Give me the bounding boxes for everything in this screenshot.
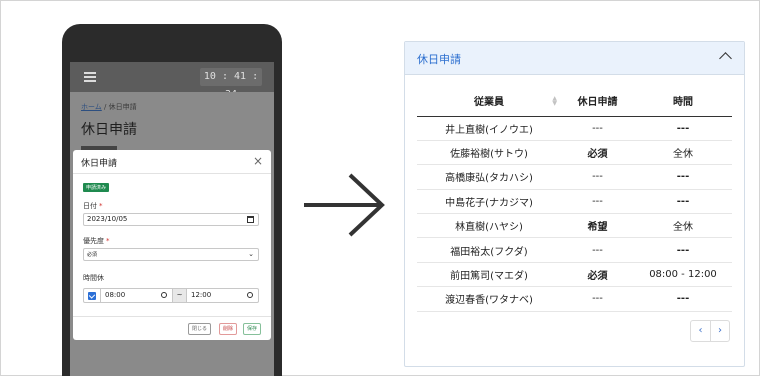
modal-header: 休日申請 × <box>73 150 271 174</box>
date-label-text: 日付 <box>83 202 97 210</box>
clock-icon <box>247 292 253 298</box>
holiday-request-modal: 休日申請 × 申請済み 日付 * 2023/10/05 優先度 * 必須 ⌄ 時間休 <box>73 150 271 340</box>
calendar-icon[interactable] <box>247 216 254 223</box>
breadcrumb-separator: / <box>104 103 107 111</box>
column-header-request: 休日申請 <box>561 86 634 117</box>
clock-icon <box>161 292 167 298</box>
table-body: 井上直樹(イノウエ) --- --- 佐藤裕樹(サトウ) 必須 全休 高橋康弘(タカハシ) -… <box>417 116 732 312</box>
priority-value: 必須 <box>87 252 98 258</box>
table-header-row: 従業員 ▲ ▼ 休日申請 時間 <box>417 86 732 117</box>
pagination: ‹ › <box>690 320 730 342</box>
sort-icon[interactable]: ▲ ▼ <box>552 96 557 107</box>
panel-title: 休日申請 <box>417 53 461 66</box>
status-badge: 申請済み <box>83 183 110 192</box>
delete-button[interactable]: 削除 <box>219 323 238 335</box>
panel-header[interactable]: 休日申請 <box>405 42 744 75</box>
required-mark: * <box>99 202 103 210</box>
table-row: 前田篤司(マエダ) 必須 08:00 - 12:00 <box>417 262 732 288</box>
app-bar: 10 : 41 : 34 <box>70 62 274 100</box>
breadcrumb-current: 休日申請 <box>108 103 137 111</box>
request-cell: 必須 <box>561 262 634 288</box>
breadcrumb-home-link[interactable]: ホーム <box>81 103 102 111</box>
clock-display: 10 : 41 : 34 <box>200 68 262 100</box>
menu-icon[interactable] <box>84 72 96 82</box>
time-off-checkbox[interactable] <box>88 292 96 300</box>
table-row: 佐藤裕樹(サトウ) 必須 全休 <box>417 140 732 166</box>
time-from-field[interactable]: 08:00 <box>100 289 172 302</box>
page-title: 休日申請 <box>81 122 137 138</box>
close-icon[interactable]: × <box>253 154 263 168</box>
chevron-down-icon: ⌄ <box>248 250 254 258</box>
priority-label: 優先度 * <box>83 236 110 246</box>
column-header-employee[interactable]: 従業員 ▲ ▼ <box>417 86 561 117</box>
table-row: 福田裕太(フクダ) --- --- <box>417 237 732 263</box>
time-cell: --- <box>634 189 732 215</box>
request-cell: --- <box>561 286 634 312</box>
time-to-field[interactable]: 12:00 <box>186 289 258 302</box>
table-row: 林直樹(ハヤシ) 希望 全休 <box>417 213 732 239</box>
save-button[interactable]: 保存 <box>243 323 262 335</box>
time-cell: --- <box>634 164 732 190</box>
time-range-separator: ~ <box>172 289 186 302</box>
time-to-value: 12:00 <box>191 291 212 299</box>
time-cell: --- <box>634 237 732 263</box>
request-cell: --- <box>561 116 634 141</box>
employee-cell: 林直樹(ハヤシ) <box>417 213 561 239</box>
date-field[interactable]: 2023/10/05 <box>83 213 259 226</box>
request-cell: --- <box>561 189 634 215</box>
time-cell: --- <box>634 116 732 141</box>
time-off-label: 時間休 <box>83 274 104 282</box>
employee-cell: 高橋康弘(タカハシ) <box>417 164 561 190</box>
time-cell: 全休 <box>634 140 732 166</box>
table-row: 井上直樹(イノウエ) --- --- <box>417 116 732 141</box>
time-from-value: 08:00 <box>105 291 126 299</box>
request-cell: 必須 <box>561 140 634 166</box>
employee-cell: 井上直樹(イノウエ) <box>417 116 561 141</box>
phone-mockup: 10 : 41 : 34 ホーム / 休日申請 休日申請 休日申請 × 申請済み… <box>62 24 282 376</box>
priority-select[interactable]: 必須 ⌄ <box>83 248 259 261</box>
employee-cell: 前田篤司(マエダ) <box>417 262 561 288</box>
table-row: 渡辺春香(ワタナベ) --- --- <box>417 286 732 312</box>
chevron-up-icon[interactable] <box>719 52 732 65</box>
holiday-request-panel: 休日申請 従業員 ▲ ▼ 休日申請 時間 井上直樹(イノウエ) --- --- 佐藤裕樹(… <box>404 41 745 367</box>
table-row: 中島花子(ナカジマ) --- --- <box>417 189 732 215</box>
date-label: 日付 * <box>83 201 103 211</box>
phone-screen: 10 : 41 : 34 ホーム / 休日申請 休日申請 休日申請 × 申請済み… <box>70 62 274 376</box>
employee-cell: 佐藤裕樹(サトウ) <box>417 140 561 166</box>
breadcrumb: ホーム / 休日申請 <box>81 102 137 112</box>
employee-cell: 渡辺春香(ワタナベ) <box>417 286 561 312</box>
employee-cell: 福田裕太(フクダ) <box>417 237 561 263</box>
modal-footer: 閉じる 削除 保存 <box>73 316 271 340</box>
employee-cell: 中島花子(ナカジマ) <box>417 189 561 215</box>
column-header-employee-label: 従業員 <box>474 97 504 109</box>
required-mark: * <box>106 237 110 245</box>
request-cell: --- <box>561 237 634 263</box>
time-cell: 全休 <box>634 213 732 239</box>
date-value: 2023/10/05 <box>87 215 128 223</box>
holiday-request-table: 従業員 ▲ ▼ 休日申請 時間 井上直樹(イノウエ) --- --- 佐藤裕樹(サトウ) 必… <box>417 86 732 312</box>
request-cell: --- <box>561 164 634 190</box>
priority-label-text: 優先度 <box>83 237 104 245</box>
next-page-button[interactable]: › <box>710 321 729 341</box>
column-header-time: 時間 <box>634 86 732 117</box>
time-cell: --- <box>634 286 732 312</box>
table-row: 高橋康弘(タカハシ) --- --- <box>417 164 732 190</box>
prev-page-button[interactable]: ‹ <box>691 321 710 341</box>
time-cell: 08:00 - 12:00 <box>634 262 732 288</box>
close-button[interactable]: 閉じる <box>188 323 212 335</box>
time-off-range: 08:00 ~ 12:00 <box>83 288 259 303</box>
request-cell: 希望 <box>561 213 634 239</box>
modal-body: 申請済み 日付 * 2023/10/05 優先度 * 必須 ⌄ 時間休 08:00 <box>73 174 271 316</box>
modal-title: 休日申請 <box>81 159 118 169</box>
arrow-right-icon <box>304 173 385 237</box>
